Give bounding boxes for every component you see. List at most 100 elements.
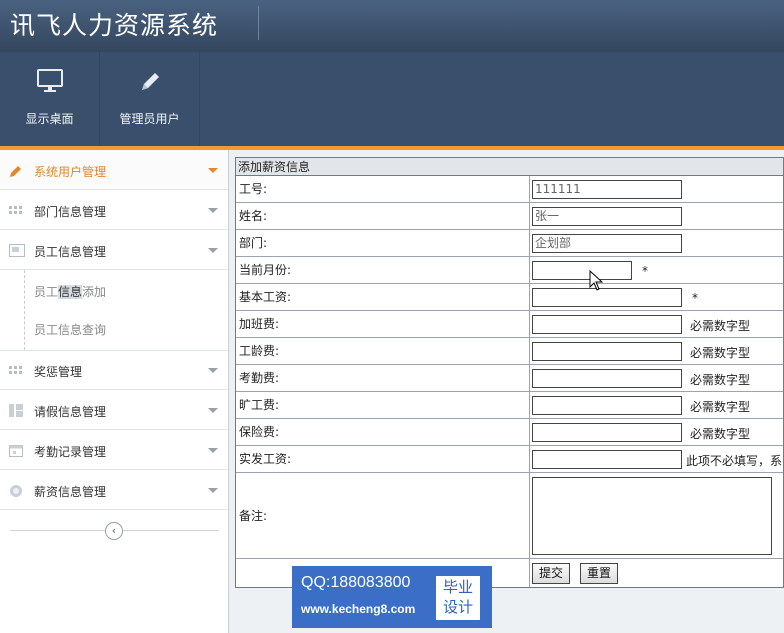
chevron-down-icon — [208, 448, 218, 453]
seniority-input[interactable] — [532, 342, 682, 361]
show-desktop-label: 显示桌面 — [25, 112, 74, 126]
base-salary-label: 基本工资: — [236, 284, 530, 310]
chevron-left-icon: ‹ — [111, 524, 117, 537]
submenu-item-query-employee[interactable]: 员工信息查询 — [34, 321, 106, 338]
form-row-absence-fee: 旷工费: 必需数字型 — [236, 392, 783, 419]
numeric-hint: 必需数字型 — [690, 400, 751, 414]
monitor-icon — [36, 68, 64, 97]
sidebar-item-leave[interactable]: 请假信息管理 — [0, 390, 228, 430]
form-row-seniority: 工龄费: 必需数字型 — [236, 338, 783, 365]
form-row-month: 当前月份: * — [236, 257, 783, 284]
chevron-down-icon — [208, 208, 218, 213]
overtime-input[interactable] — [532, 315, 682, 334]
absence-fee-input[interactable] — [532, 396, 682, 415]
title-bar: 讯飞人力资源系统 — [0, 0, 784, 52]
numeric-hint: 必需数字型 — [690, 373, 751, 387]
sidebar-item-label: 请假信息管理 — [34, 405, 107, 419]
columns-icon — [9, 404, 23, 417]
form-row-department: 部门: 企划部 — [236, 230, 783, 257]
sidebar: 系统用户管理 部门信息管理 员工信息管理 员工信息添加 员工信息查询 奖惩管理 … — [0, 150, 229, 633]
department-label: 部门: — [236, 230, 530, 256]
form-row-net-salary: 实发工资: 此项不必填写，系 — [236, 446, 783, 473]
globe-icon — [9, 484, 23, 497]
sidebar-item-system-users[interactable]: 系统用户管理 — [0, 150, 228, 190]
employee-id-label: 工号: — [236, 176, 530, 202]
form-title: 添加薪资信息 — [236, 158, 783, 176]
numeric-hint: 必需数字型 — [690, 346, 751, 360]
submenu-tree-line — [24, 270, 25, 350]
chevron-down-icon — [208, 248, 218, 253]
attendance-fee-label: 考勤费: — [236, 365, 530, 391]
remark-textarea[interactable] — [532, 477, 772, 555]
department-input[interactable]: 企划部 — [532, 234, 682, 253]
numeric-hint: 必需数字型 — [690, 427, 751, 441]
net-salary-input[interactable] — [532, 450, 682, 469]
toolbar: 显示桌面 管理员用户 — [0, 52, 784, 146]
overtime-label: 加班费: — [236, 311, 530, 337]
grid-icon — [9, 364, 23, 376]
chevron-down-icon — [208, 488, 218, 493]
form-row-remark: 备注: — [236, 473, 783, 559]
sidebar-item-attendance[interactable]: 考勤记录管理 — [0, 430, 228, 470]
sidebar-item-label: 考勤记录管理 — [34, 445, 107, 459]
header: 讯飞人力资源系统 显示桌面 管理员用户 — [0, 0, 784, 148]
app-title: 讯飞人力资源系统 — [10, 11, 219, 40]
watermark-badge-line1: 毕业 — [442, 578, 473, 596]
calendar-icon — [9, 444, 23, 457]
numeric-hint: 必需数字型 — [690, 319, 751, 333]
required-mark: * — [642, 264, 648, 278]
title-divider — [258, 6, 259, 40]
watermark-badge-line2: 设计 — [442, 598, 473, 616]
insurance-input[interactable] — [532, 423, 682, 442]
pencil-icon — [136, 68, 164, 99]
chevron-down-icon — [208, 168, 218, 173]
employee-submenu: 员工信息添加 员工信息查询 — [0, 270, 228, 351]
form-row-insurance: 保险费: 必需数字型 — [236, 419, 783, 446]
sidebar-item-label: 奖惩管理 — [34, 365, 83, 379]
grid-icon — [9, 204, 23, 216]
mouse-cursor-icon — [589, 269, 604, 295]
name-label: 姓名: — [236, 203, 530, 229]
sidebar-item-label: 薪资信息管理 — [34, 485, 107, 499]
insurance-label: 保险费: — [236, 419, 530, 445]
add-salary-form: 添加薪资信息 工号: 111111 姓名: 张一 部门: 企划部 当前月份: *… — [235, 157, 784, 588]
net-salary-label: 实发工资: — [236, 446, 530, 472]
absence-fee-label: 旷工费: — [236, 392, 530, 418]
watermark-url: www.kecheng8.com — [301, 602, 416, 616]
sidebar-item-departments[interactable]: 部门信息管理 — [0, 190, 228, 230]
submit-button[interactable]: 提交 — [532, 563, 571, 584]
month-input[interactable] — [532, 261, 632, 280]
attendance-fee-input[interactable] — [532, 369, 682, 388]
required-mark: * — [692, 291, 698, 305]
sidebar-item-label: 部门信息管理 — [34, 205, 107, 219]
watermark-badge: 毕业 设计 — [436, 576, 480, 620]
name-input[interactable]: 张一 — [532, 207, 682, 226]
form-row-employee-id: 工号: 111111 — [236, 176, 783, 203]
sidebar-item-rewards[interactable]: 奖惩管理 — [0, 350, 228, 390]
employee-id-input[interactable]: 111111 — [532, 180, 682, 199]
sidebar-collapse-button[interactable]: ‹ — [105, 522, 123, 540]
sidebar-item-label: 员工信息管理 — [34, 245, 107, 259]
admin-user-button[interactable]: 管理员用户 — [100, 52, 200, 146]
form-row-attendance-fee: 考勤费: 必需数字型 — [236, 365, 783, 392]
sidebar-item-salary[interactable]: 薪资信息管理 — [0, 470, 228, 510]
watermark-banner: QQ:188083800 www.kecheng8.com 毕业 设计 — [292, 566, 492, 628]
watermark-qq: QQ:188083800 — [301, 574, 411, 591]
chevron-down-icon — [208, 408, 218, 413]
reset-button[interactable]: 重置 — [580, 563, 619, 584]
form-row-base-salary: 基本工资: * — [236, 284, 783, 311]
sidebar-item-label: 系统用户管理 — [34, 165, 107, 179]
seniority-label: 工龄费: — [236, 338, 530, 364]
form-row-name: 姓名: 张一 — [236, 203, 783, 230]
card-icon — [9, 244, 25, 257]
submenu-item-add-employee[interactable]: 员工信息添加 — [34, 283, 106, 300]
sidebar-item-employees[interactable]: 员工信息管理 — [0, 230, 228, 270]
base-salary-input[interactable] — [532, 288, 682, 307]
pencil-icon — [9, 164, 23, 177]
admin-user-label: 管理员用户 — [119, 112, 180, 126]
main-content: 添加薪资信息 工号: 111111 姓名: 张一 部门: 企划部 当前月份: *… — [230, 150, 784, 633]
month-label: 当前月份: — [236, 257, 530, 283]
show-desktop-button[interactable]: 显示桌面 — [0, 52, 100, 146]
chevron-down-icon — [208, 368, 218, 373]
form-row-overtime: 加班费: 必需数字型 — [236, 311, 783, 338]
